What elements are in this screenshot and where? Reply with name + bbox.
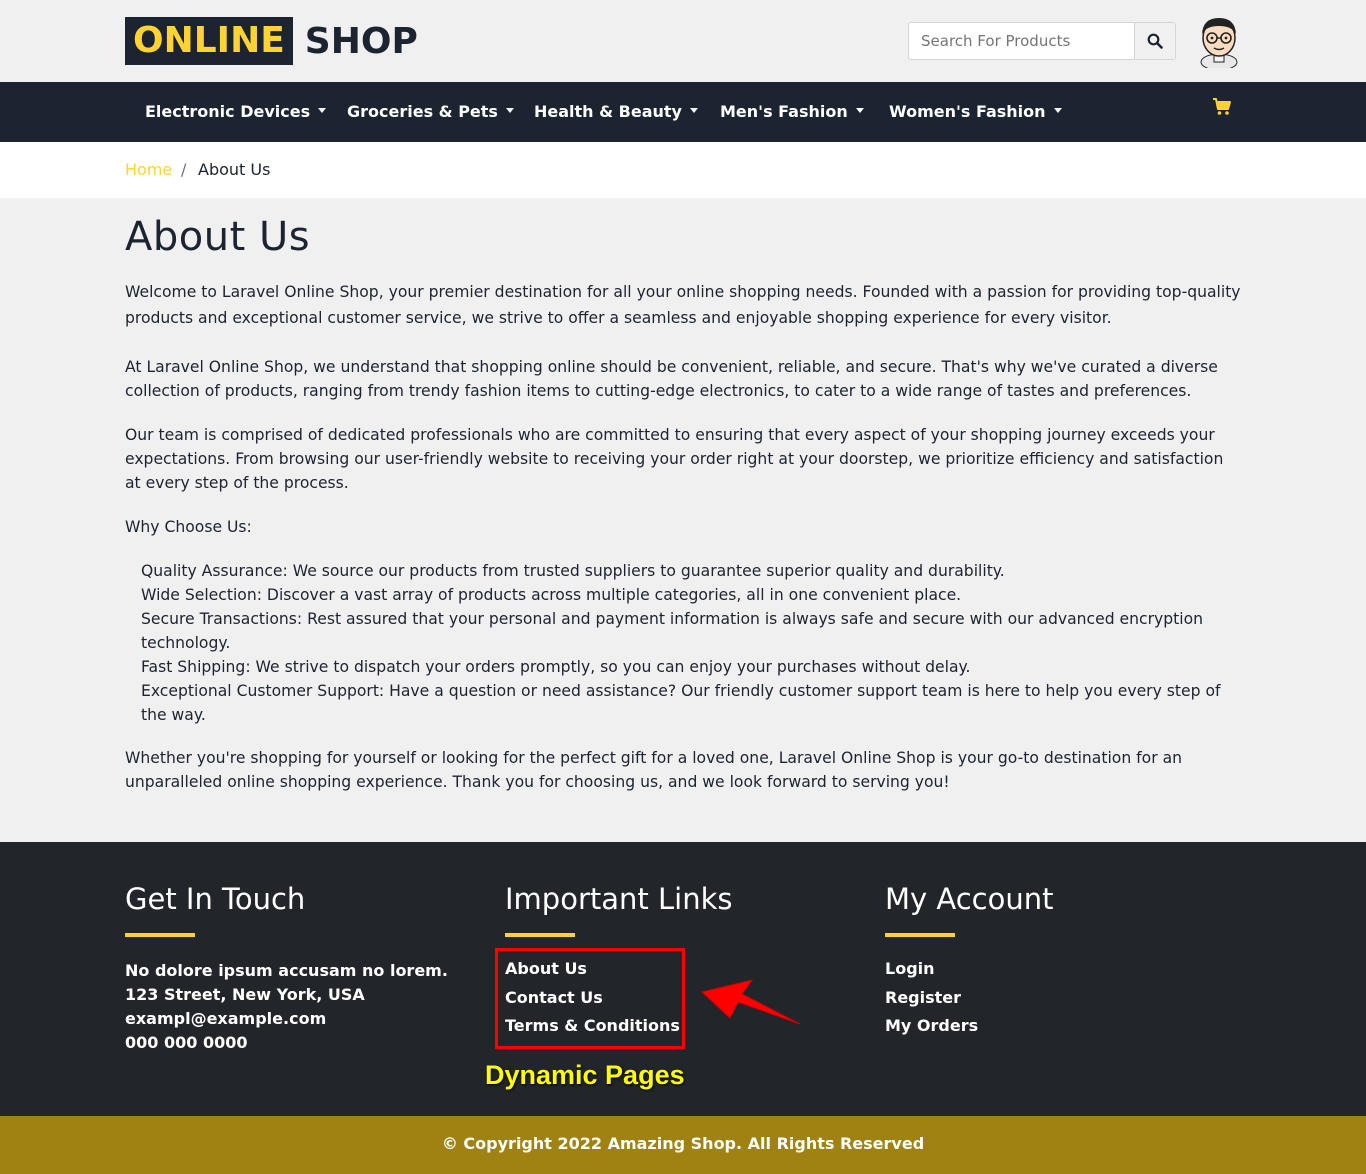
benefits-list: Quality Assurance: We source our product…: [141, 559, 1241, 727]
footer-link-my-orders[interactable]: My Orders: [885, 1012, 1054, 1041]
paragraph-convenience: At Laravel Online Shop, we understand th…: [125, 358, 1218, 400]
paragraph-welcome: Welcome to Laravel Online Shop, your pre…: [125, 283, 1241, 327]
caret-down-icon: [1053, 108, 1062, 113]
nav-label: Electronic Devices: [145, 102, 311, 121]
caret-down-icon: [505, 108, 514, 113]
title-underline: [125, 933, 195, 937]
about-content: About Us Welcome to Laravel Online Shop,…: [125, 214, 1241, 791]
logo-part-online: ONLINE: [125, 17, 293, 65]
paragraph-closing: Whether you're shopping for yourself or …: [125, 749, 1183, 791]
nav-label: Women's Fashion: [889, 102, 1046, 121]
nav-label: Health & Beauty: [534, 102, 682, 121]
paragraph-team: Our team is comprised of dedicated profe…: [125, 426, 1224, 492]
contact-phone: 000 000 0000: [125, 1033, 248, 1052]
user-avatar-icon[interactable]: [1196, 14, 1242, 68]
footer-contact: Get In Touch No dolore ipsum accusam no …: [125, 882, 448, 1055]
page-title: About Us: [125, 214, 311, 260]
caret-down-icon: [318, 108, 327, 113]
contact-line: No dolore ipsum accusam no lorem.: [125, 961, 448, 980]
nav-electronic-devices[interactable]: Electronic Devices: [145, 82, 327, 142]
breadcrumb-current: About Us: [198, 160, 271, 179]
search-icon: [1147, 33, 1163, 49]
title-underline: [505, 933, 575, 937]
nav-mens-fashion[interactable]: Men's Fashion: [720, 82, 864, 142]
list-item: Secure Transactions: Rest assured that y…: [141, 610, 1204, 652]
list-item: Fast Shipping: We strive to dispatch you…: [141, 658, 971, 676]
nav-label: Groceries & Pets: [347, 102, 498, 121]
shopping-cart-icon[interactable]: [1212, 98, 1232, 116]
breadcrumb: Home / About Us: [0, 142, 1366, 198]
title-underline: [885, 933, 955, 937]
list-item: Quality Assurance: We source our product…: [141, 562, 1005, 580]
footer-link-login[interactable]: Login: [885, 955, 1054, 984]
nav-health-beauty[interactable]: Health & Beauty: [534, 82, 698, 142]
list-item: Exceptional Customer Support: Have a que…: [141, 682, 1221, 724]
footer-contact-title: Get In Touch: [125, 882, 306, 916]
footer-link-register[interactable]: Register: [885, 984, 1054, 1013]
highlight-box: [495, 948, 685, 1049]
breadcrumb-separator: /: [181, 160, 187, 179]
footer-my-account: My Account Login Register My Orders: [885, 882, 1054, 1041]
list-item: Wide Selection: Discover a vast array of…: [141, 586, 962, 604]
footer-links-title: Important Links: [505, 882, 733, 916]
nav-womens-fashion[interactable]: Women's Fashion: [889, 82, 1062, 142]
contact-address: 123 Street, New York, USA: [125, 985, 365, 1004]
search-input[interactable]: [909, 23, 1134, 59]
nav-label: Men's Fashion: [720, 102, 848, 121]
caret-down-icon: [689, 108, 698, 113]
annotation-arrow-icon: [700, 979, 801, 1025]
search-button[interactable]: [1134, 23, 1175, 59]
breadcrumb-home-link[interactable]: Home: [125, 160, 172, 179]
logo-part-shop: SHOP: [304, 20, 418, 62]
search-form: [908, 22, 1176, 60]
annotation-label: Dynamic Pages: [485, 1060, 685, 1090]
main-navbar: Electronic Devices Groceries & Pets Heal…: [0, 82, 1366, 142]
site-logo[interactable]: ONLINE SHOP: [125, 17, 418, 65]
contact-email: exampl@example.com: [125, 1009, 327, 1028]
caret-down-icon: [855, 108, 864, 113]
footer-account-title: My Account: [885, 882, 1054, 916]
top-bar: ONLINE SHOP: [0, 0, 1366, 82]
why-choose-heading: Why Choose Us:: [125, 518, 252, 536]
copyright-bar: © Copyright 2022 Amazing Shop. All Right…: [0, 1116, 1366, 1174]
nav-groceries-pets[interactable]: Groceries & Pets: [347, 82, 514, 142]
